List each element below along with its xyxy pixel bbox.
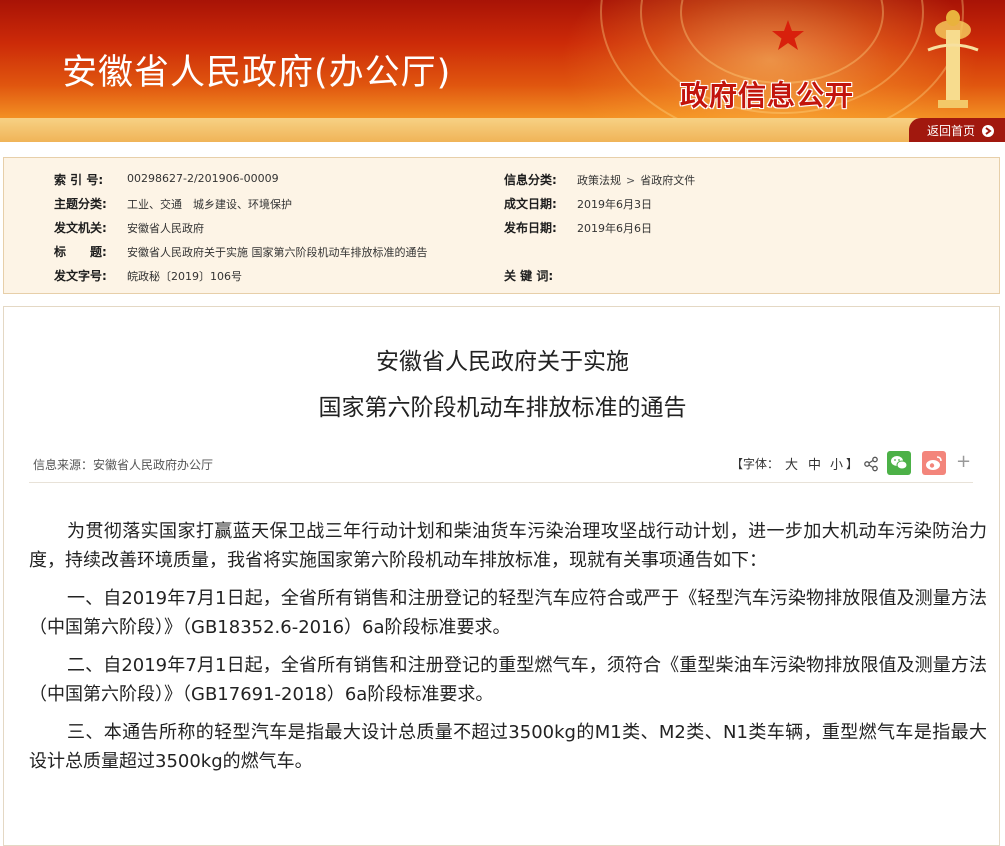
article-paragraph: 为贯彻落实国家打赢蓝天保卫战三年行动计划和柴油货车污染治理攻坚战行动计划，进一步… [29, 521, 987, 571]
meta-topic: 主题分类: 工业、交通 城乡建设、环境保护 [54, 195, 494, 215]
category-link[interactable]: 政策法规 [577, 174, 621, 187]
font-size-label: 【字体： [731, 457, 780, 471]
article-paragraph: 一、自2019年7月1日起，全省所有销售和注册登记的轻型汽车应符合或严于《轻型汽… [29, 588, 987, 638]
meta-value: 安徽省人民政府关于实施 国家第六阶段机动车排放标准的通告 [127, 246, 428, 259]
info-disclosure-badge: 政府信息公开 [680, 79, 855, 112]
site-banner: 安徽省人民政府(办公厅) 政府信息公开 返回首页 [0, 0, 1005, 142]
wechat-icon [891, 456, 908, 470]
article-panel: 安徽省人民政府关于实施 国家第六阶段机动车排放标准的通告 信息来源：安徽省人民政… [3, 306, 1000, 846]
meta-issuer: 发文机关: 安徽省人民政府 [54, 219, 494, 239]
font-size-small-button[interactable]: 小 [830, 454, 843, 473]
article-paragraph: 三、本通告所称的轻型汽车是指最大设计总质量不超过3500kg的M1类、M2类、N… [29, 722, 987, 772]
meta-label: 发布日期: [504, 221, 557, 235]
banner-bottom-strip [0, 118, 1005, 142]
article-toolbar: 信息来源：安徽省人民政府办公厅 【字体： 大 中 小 】 + [29, 442, 973, 483]
site-title: 安徽省人民政府(办公厅) [62, 53, 452, 93]
meta-written-date: 成文日期: 2019年6月3日 [504, 195, 944, 215]
article-title-line-2: 国家第六阶段机动车排放标准的通告 [318, 395, 687, 421]
article-body: 为贯彻落实国家打赢蓝天保卫战三年行动计划和柴油货车污染治理攻坚战行动计划，进一步… [29, 517, 987, 785]
meta-value: 安徽省人民政府 [127, 222, 204, 235]
meta-info-category: 信息分类: 政策法规 > 省政府文件 [504, 171, 944, 191]
meta-value: 皖政秘〔2019〕106号 [127, 270, 242, 283]
meta-value: 工业、交通 城乡建设、环境保护 [127, 198, 292, 211]
star-emblem-icon [772, 20, 804, 50]
meta-label: 主题分类: [54, 197, 107, 211]
info-source: 信息来源：安徽省人民政府办公厅 [33, 458, 214, 472]
meta-index-number: 索 引 号: 00298627-2/201906-00009 [54, 171, 494, 191]
meta-value: 2019年6月3日 [577, 198, 652, 211]
weibo-icon [926, 456, 942, 470]
wechat-share-button[interactable] [887, 451, 911, 475]
home-link[interactable]: 返回首页 [927, 122, 975, 139]
meta-label: 成文日期: [504, 197, 557, 211]
meta-keywords: 关 键 词: [504, 267, 944, 287]
category-link[interactable]: 省政府文件 [640, 174, 695, 187]
meta-label: 索 引 号: [54, 173, 104, 187]
chevron-right-icon: > [626, 174, 636, 187]
meta-label: 标 题: [54, 245, 107, 259]
weibo-share-button[interactable] [922, 451, 946, 475]
plus-icon[interactable]: + [956, 451, 971, 472]
meta-value: 政策法规 > 省政府文件 [577, 172, 695, 188]
font-size-large-button[interactable]: 大 [785, 454, 798, 473]
meta-label: 发文字号: [54, 269, 107, 283]
article-paragraph: 二、自2019年7月1日起，全省所有销售和注册登记的重型燃气车，须符合《重型柴油… [29, 655, 987, 705]
meta-label: 信息分类: [504, 173, 557, 187]
document-metadata: 索 引 号: 00298627-2/201906-00009 主题分类: 工业、… [3, 157, 1000, 294]
meta-publish-date: 发布日期: 2019年6月6日 [504, 219, 944, 239]
meta-value: 00298627-2/201906-00009 [127, 172, 279, 185]
meta-value: 2019年6月6日 [577, 222, 652, 235]
meta-title: 标 题: 安徽省人民政府关于实施 国家第六阶段机动车排放标准的通告 [54, 243, 494, 263]
share-icon[interactable] [863, 456, 879, 472]
meta-doc-number: 发文字号: 皖政秘〔2019〕106号 [54, 267, 494, 287]
article-title-line-1: 安徽省人民政府关于实施 [376, 349, 629, 375]
chevron-right-icon[interactable] [981, 124, 995, 138]
font-size-medium-button[interactable]: 中 [808, 454, 821, 473]
meta-label: 关 键 词: [504, 269, 554, 283]
font-size-bracket: 】 [846, 457, 859, 471]
huabiao-pillar-icon [927, 10, 979, 108]
meta-label: 发文机关: [54, 221, 107, 235]
